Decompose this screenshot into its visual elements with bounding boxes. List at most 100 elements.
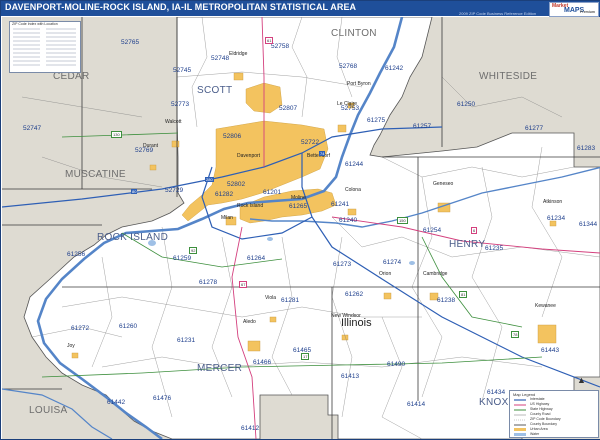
zip-label[interactable]: 61277 bbox=[525, 125, 543, 132]
zip-label[interactable]: 52747 bbox=[23, 125, 41, 132]
zip-label[interactable]: 61278 bbox=[199, 279, 217, 286]
zip-label[interactable]: 61240 bbox=[339, 217, 357, 224]
zip-label[interactable]: 61412 bbox=[241, 425, 259, 432]
city-label: Walcott bbox=[165, 119, 182, 125]
road-shield: 78 bbox=[511, 331, 520, 338]
county-label-scott: SCOTT bbox=[197, 85, 233, 96]
zip-label[interactable]: 61250 bbox=[457, 101, 475, 108]
map-legend: Map Legend Interstate US Highway State H… bbox=[509, 390, 599, 438]
zip-label[interactable]: 61272 bbox=[71, 325, 89, 332]
zip-label[interactable]: 61283 bbox=[577, 145, 595, 152]
zip-label[interactable]: 61274 bbox=[383, 259, 401, 266]
road-shield: 92 bbox=[189, 247, 198, 254]
zip-index-legend: ZIP Code Index with Location bbox=[9, 21, 81, 73]
zip-label[interactable]: 52729 bbox=[165, 187, 183, 194]
compass-icon: ▲ bbox=[577, 375, 586, 385]
city-label: Orion bbox=[379, 271, 392, 277]
lake-2 bbox=[409, 261, 415, 265]
zip-label[interactable]: 61466 bbox=[253, 359, 271, 366]
map-legend-item: State Highway bbox=[530, 407, 553, 411]
zip-label[interactable]: 61275 bbox=[367, 117, 385, 124]
county-label-muscatine: MUSCATINE bbox=[65, 169, 126, 180]
urban-joy bbox=[71, 352, 79, 359]
zip-label[interactable]: 61260 bbox=[119, 323, 137, 330]
zip-label[interactable]: 61265 bbox=[289, 203, 307, 210]
zip-label[interactable]: 61490 bbox=[387, 361, 405, 368]
city-label: Durant bbox=[143, 143, 159, 149]
road-shield: 130 bbox=[111, 131, 122, 138]
zip-label[interactable]: 61235 bbox=[485, 245, 503, 252]
zip-label[interactable]: 61244 bbox=[345, 161, 363, 168]
zip-label[interactable]: 61443 bbox=[541, 347, 559, 354]
urban-walcott bbox=[171, 140, 180, 148]
city-label: Le Claire bbox=[337, 101, 358, 107]
zip-label[interactable]: 61238 bbox=[437, 297, 455, 304]
zip-label[interactable]: 52722 bbox=[301, 139, 319, 146]
city-label: Aledo bbox=[243, 319, 256, 325]
zip-label[interactable]: 52768 bbox=[339, 63, 357, 70]
zip-label[interactable]: 52745 bbox=[173, 67, 191, 74]
zip-label[interactable]: 52806 bbox=[223, 133, 241, 140]
zip-label[interactable]: 61242 bbox=[385, 65, 403, 72]
zip-label[interactable]: 61241 bbox=[331, 201, 349, 208]
road-shield: 80 bbox=[131, 189, 138, 194]
map-legend-item: Interstate bbox=[530, 397, 545, 401]
publisher-logo: Market MAPS Premium bbox=[549, 2, 599, 17]
map-legend-item: ZIP Code Boundary bbox=[530, 417, 561, 421]
map-frame: DAVENPORT-MOLINE-ROCK ISLAND, IA-IL METR… bbox=[0, 0, 600, 440]
city-label: Port Byron bbox=[347, 81, 371, 87]
zip-label[interactable]: 61259 bbox=[173, 255, 191, 262]
zip-label[interactable]: 61281 bbox=[281, 297, 299, 304]
zip-label[interactable]: 52802 bbox=[227, 181, 245, 188]
city-label: Colona bbox=[345, 187, 361, 193]
city-label: Davenport bbox=[237, 153, 261, 159]
city-label: Geneseo bbox=[433, 181, 454, 187]
zip-label[interactable]: 61273 bbox=[333, 261, 351, 268]
zip-label[interactable]: 61231 bbox=[177, 337, 195, 344]
zip-label[interactable]: 52748 bbox=[211, 55, 229, 62]
zip-label[interactable]: 61262 bbox=[345, 291, 363, 298]
title-bar: DAVENPORT-MOLINE-ROCK ISLAND, IA-IL METR… bbox=[1, 1, 600, 17]
zip-label[interactable]: 61256 bbox=[67, 251, 85, 258]
zip-label[interactable]: 61201 bbox=[263, 189, 281, 196]
zip-label[interactable]: 61282 bbox=[215, 191, 233, 198]
edition-text: 2009 ZIP Code Business Reference Edition bbox=[459, 11, 537, 16]
city-label: Kewanee bbox=[535, 303, 556, 309]
zip-label[interactable]: 61257 bbox=[413, 123, 431, 130]
county-label-rock-island: ROCK ISLAND bbox=[97, 232, 169, 243]
city-label: Rock Island bbox=[237, 203, 264, 209]
map-legend-item: Urban Area bbox=[530, 427, 548, 431]
zip-label[interactable]: 61264 bbox=[247, 255, 265, 262]
map-legend-item: Water bbox=[530, 432, 540, 436]
road-shield: 150 bbox=[397, 217, 408, 224]
zip-label[interactable]: 52758 bbox=[271, 43, 289, 50]
zip-label[interactable]: 61414 bbox=[407, 401, 425, 408]
zip-label[interactable]: 61344 bbox=[579, 221, 597, 228]
zip-label[interactable]: 61234 bbox=[547, 215, 565, 222]
zip-index-rows bbox=[13, 28, 76, 66]
map-legend-item: US Highway bbox=[530, 402, 550, 406]
urban-colona bbox=[347, 208, 357, 216]
map-title: DAVENPORT-MOLINE-ROCK ISLAND, IA-IL METR… bbox=[5, 2, 357, 12]
city-label: Milan bbox=[221, 215, 233, 221]
urban-kewanee bbox=[537, 324, 557, 344]
urban-orion bbox=[383, 292, 392, 300]
road-shield: 17 bbox=[301, 353, 310, 360]
zip-label[interactable]: 52807 bbox=[279, 105, 297, 112]
zip-label[interactable]: 61434 bbox=[487, 389, 505, 396]
zip-label[interactable]: 52773 bbox=[171, 101, 189, 108]
zip-label[interactable]: 61476 bbox=[153, 395, 171, 402]
urban-viola bbox=[269, 316, 277, 323]
road-shield: 81 bbox=[459, 291, 468, 298]
city-label: Moline bbox=[291, 195, 306, 201]
zip-label[interactable]: 61413 bbox=[341, 373, 359, 380]
zip-label[interactable]: 61442 bbox=[107, 399, 125, 406]
city-label: Viola bbox=[265, 295, 277, 301]
county-label-henry: HENRY bbox=[449, 239, 486, 250]
road-shield: 67 bbox=[239, 281, 248, 288]
county-label-mercer: MERCER bbox=[197, 363, 243, 374]
urban-leclaire bbox=[337, 124, 347, 133]
map-legend-item: County Road bbox=[530, 412, 551, 416]
zip-label[interactable]: 52765 bbox=[121, 39, 139, 46]
zip-label[interactable]: 61254 bbox=[423, 227, 441, 234]
